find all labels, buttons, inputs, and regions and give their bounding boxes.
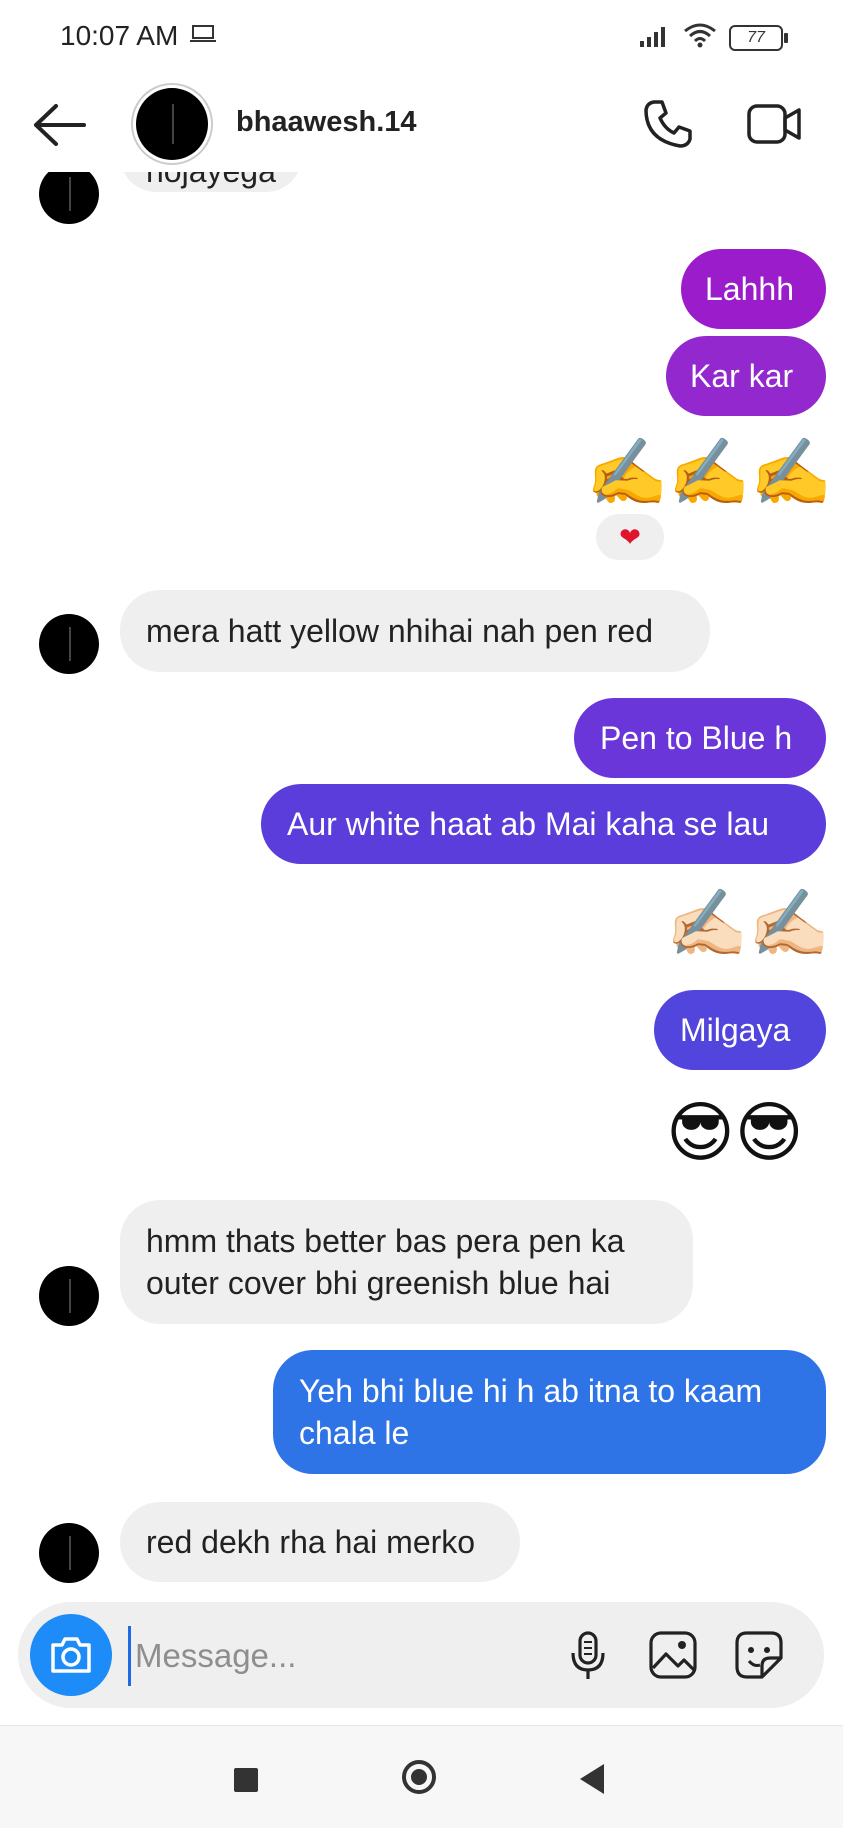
- sender-avatar: [39, 164, 99, 224]
- home-button[interactable]: [402, 1760, 436, 1794]
- message-composer: [18, 1602, 824, 1708]
- wifi-icon: [683, 22, 717, 53]
- outgoing-message[interactable]: Aur white haat ab Mai kaha se lau: [261, 784, 826, 864]
- message-input[interactable]: [128, 1626, 557, 1686]
- status-time: 10:07 AM: [60, 20, 179, 51]
- incoming-message[interactable]: red dekh rha hai merko: [120, 1502, 520, 1582]
- sticker-icon[interactable]: [734, 1630, 784, 1685]
- laptop-icon: [190, 24, 216, 49]
- emoji-message[interactable]: ✍🏻✍🏻: [666, 885, 830, 961]
- chat-username[interactable]: bhaawesh.14: [236, 106, 417, 139]
- battery-indicator: 77: [729, 24, 788, 51]
- incoming-message[interactable]: mera hatt yellow nhihai nah pen red: [120, 590, 710, 672]
- heart-reaction[interactable]: ❤: [596, 514, 664, 560]
- back-arrow-icon[interactable]: [32, 102, 88, 148]
- signal-icon: [639, 23, 671, 52]
- microphone-icon[interactable]: [566, 1630, 610, 1687]
- outgoing-message[interactable]: Kar kar: [666, 336, 826, 416]
- camera-icon[interactable]: [30, 1614, 112, 1696]
- sender-avatar: [39, 614, 99, 674]
- emoji-message[interactable]: 😎😎: [666, 1094, 804, 1170]
- recents-button[interactable]: [234, 1768, 258, 1792]
- message-thread[interactable]: hojayega Lahhh Kar kar ✍️✍️✍️ ❤ mera hat…: [0, 150, 843, 1585]
- video-call-icon[interactable]: [746, 98, 802, 150]
- status-bar: 10:07 AM 77: [0, 0, 843, 76]
- outgoing-message[interactable]: Lahhh: [681, 249, 826, 329]
- emoji-message[interactable]: ✍️✍️✍️: [586, 434, 833, 510]
- system-back-button[interactable]: [580, 1764, 604, 1794]
- outgoing-message[interactable]: Yeh bhi blue hi h ab itna to kaam chala …: [273, 1350, 826, 1474]
- outgoing-message[interactable]: Pen to Blue h: [574, 698, 826, 778]
- sender-avatar: [39, 1523, 99, 1583]
- profile-avatar[interactable]: [136, 88, 208, 160]
- phone-icon[interactable]: [640, 96, 696, 152]
- outgoing-message[interactable]: Milgaya: [654, 990, 826, 1070]
- system-navigation-bar: [0, 1725, 843, 1828]
- gallery-icon[interactable]: [648, 1630, 698, 1685]
- chat-header: bhaawesh.14: [0, 76, 843, 172]
- incoming-message[interactable]: hmm thats better bas pera pen ka outer c…: [120, 1200, 693, 1324]
- sender-avatar: [39, 1266, 99, 1326]
